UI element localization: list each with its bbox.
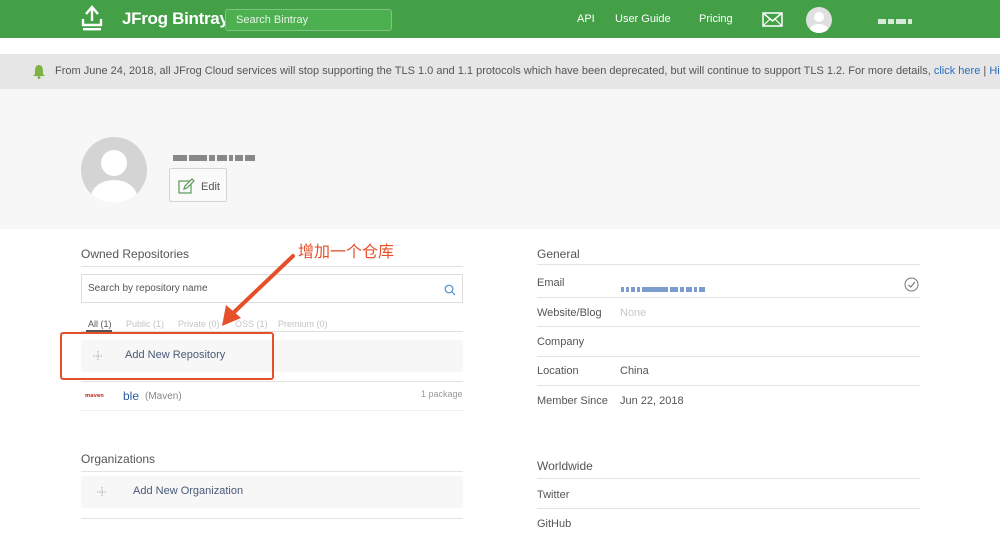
repo-name[interactable]: ble (123, 389, 139, 403)
website-value: None (620, 307, 647, 319)
email-label: Email (537, 277, 565, 289)
organizations-title: Organizations (81, 452, 156, 466)
divider (537, 264, 920, 265)
mail-icon[interactable] (762, 12, 783, 27)
user-avatar[interactable] (806, 7, 832, 33)
member-since-label: Member Since (537, 395, 608, 407)
divider (537, 385, 920, 386)
maven-logo: maven (85, 393, 104, 399)
search-icon[interactable] (444, 284, 456, 296)
verified-check-icon (904, 277, 919, 292)
top-navbar: JFrog Bintray API User Guide Pricing (0, 0, 1000, 38)
company-label: Company (537, 336, 585, 348)
notice-message: From June 24, 2018, all JFrog Cloud serv… (55, 65, 934, 77)
notice-bar: From June 24, 2018, all JFrog Cloud serv… (0, 54, 1000, 89)
owned-repos-title: Owned Repositories (81, 247, 190, 261)
bell-icon (33, 65, 45, 79)
notice-separator: | (980, 65, 990, 77)
annotation-label: 增加一个仓库 (298, 242, 395, 261)
divider (537, 478, 920, 479)
nav-pricing[interactable]: Pricing (699, 13, 733, 25)
notice-text: From June 24, 2018, all JFrog Cloud serv… (55, 65, 1000, 77)
profile-header (0, 89, 1000, 229)
twitter-label: Twitter (537, 489, 570, 501)
add-organization-label: Add New Organization (133, 485, 244, 497)
plus-icon (97, 487, 107, 497)
filter-public[interactable]: Public (1) (126, 319, 164, 329)
nav-user-guide[interactable]: User Guide (615, 13, 671, 25)
divider (81, 471, 463, 472)
divider (81, 410, 463, 411)
annotation-highlight-box (60, 332, 274, 380)
worldwide-title: Worldwide (537, 459, 593, 473)
edit-profile-button[interactable]: Edit (169, 168, 227, 202)
annotation-arrow-icon (222, 254, 295, 326)
divider (537, 508, 920, 509)
notice-details-link[interactable]: click here (934, 65, 980, 77)
repo-package-count: 1 package (421, 389, 463, 399)
profile-name-redacted (173, 150, 257, 161)
divider (81, 381, 463, 382)
upload-logo-icon[interactable] (80, 5, 104, 33)
website-label: Website/Blog (537, 307, 602, 319)
edit-label: Edit (201, 181, 220, 193)
search-input[interactable] (225, 9, 392, 31)
location-label: Location (537, 365, 579, 377)
divider (537, 326, 920, 327)
notice-hide-link[interactable]: Hide (989, 65, 1000, 77)
member-since-value: Jun 22, 2018 (620, 395, 684, 407)
general-title: General (537, 247, 580, 261)
email-redacted (621, 282, 707, 293)
divider (81, 518, 463, 519)
divider (537, 356, 920, 357)
github-label: GitHub (537, 518, 572, 530)
add-organization-button[interactable]: Add New Organization (81, 476, 463, 508)
filter-all[interactable]: All (1) (88, 319, 112, 329)
profile-avatar (81, 137, 147, 203)
edit-icon (178, 178, 195, 194)
nav-api[interactable]: API (577, 13, 595, 25)
repo-type: (Maven) (145, 391, 182, 402)
divider (537, 297, 920, 298)
username-redacted[interactable] (878, 14, 922, 25)
location-value: China (620, 365, 649, 377)
brand-name[interactable]: JFrog Bintray (122, 9, 229, 29)
